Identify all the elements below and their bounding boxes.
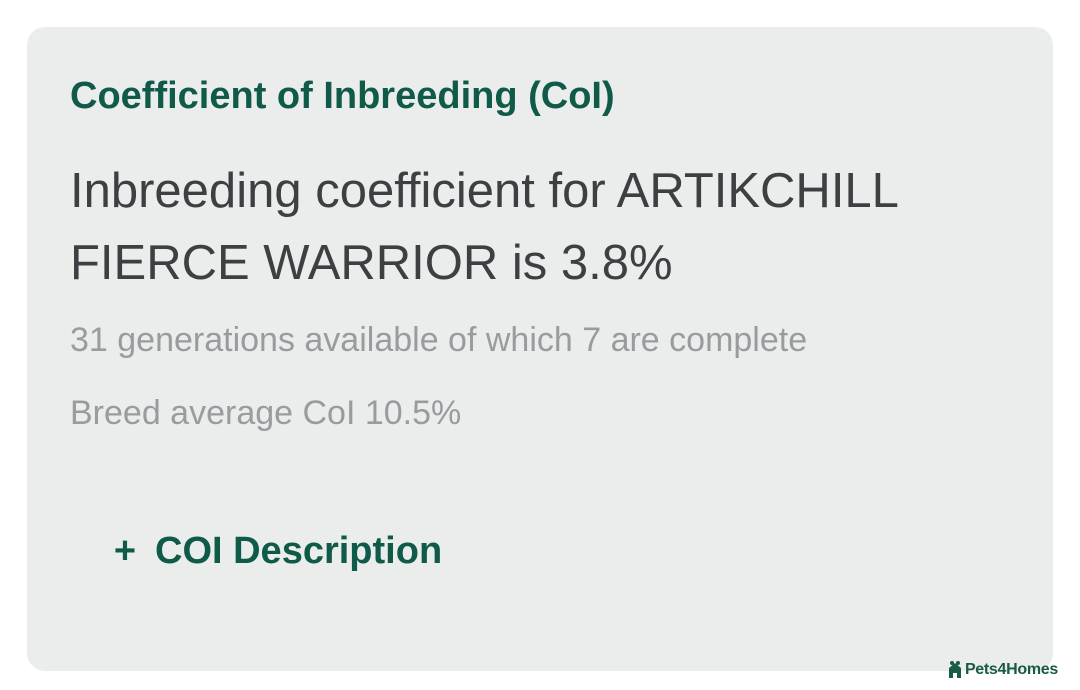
breed-average: Breed average CoI 10.5% <box>70 394 462 432</box>
brand-name: Pets4Homes <box>964 661 1058 678</box>
coi-card: Coefficient of Inbreeding (CoI) Inbreedi… <box>27 27 1053 671</box>
house-pet-icon <box>948 661 961 678</box>
inbreeding-result: Inbreeding coefficient for ARTIKCHILL FI… <box>70 164 898 290</box>
coi-description-toggle[interactable]: + COI Description <box>113 529 442 575</box>
coi-description-label: COI Description <box>155 530 443 572</box>
pets4homes-logo: Pets4Homes <box>947 660 1058 680</box>
coi-heading: Coefficient of Inbreeding (CoI) <box>70 75 615 117</box>
generations-info: 31 generations available of which 7 are … <box>70 321 808 359</box>
plus-icon: + <box>113 530 137 572</box>
